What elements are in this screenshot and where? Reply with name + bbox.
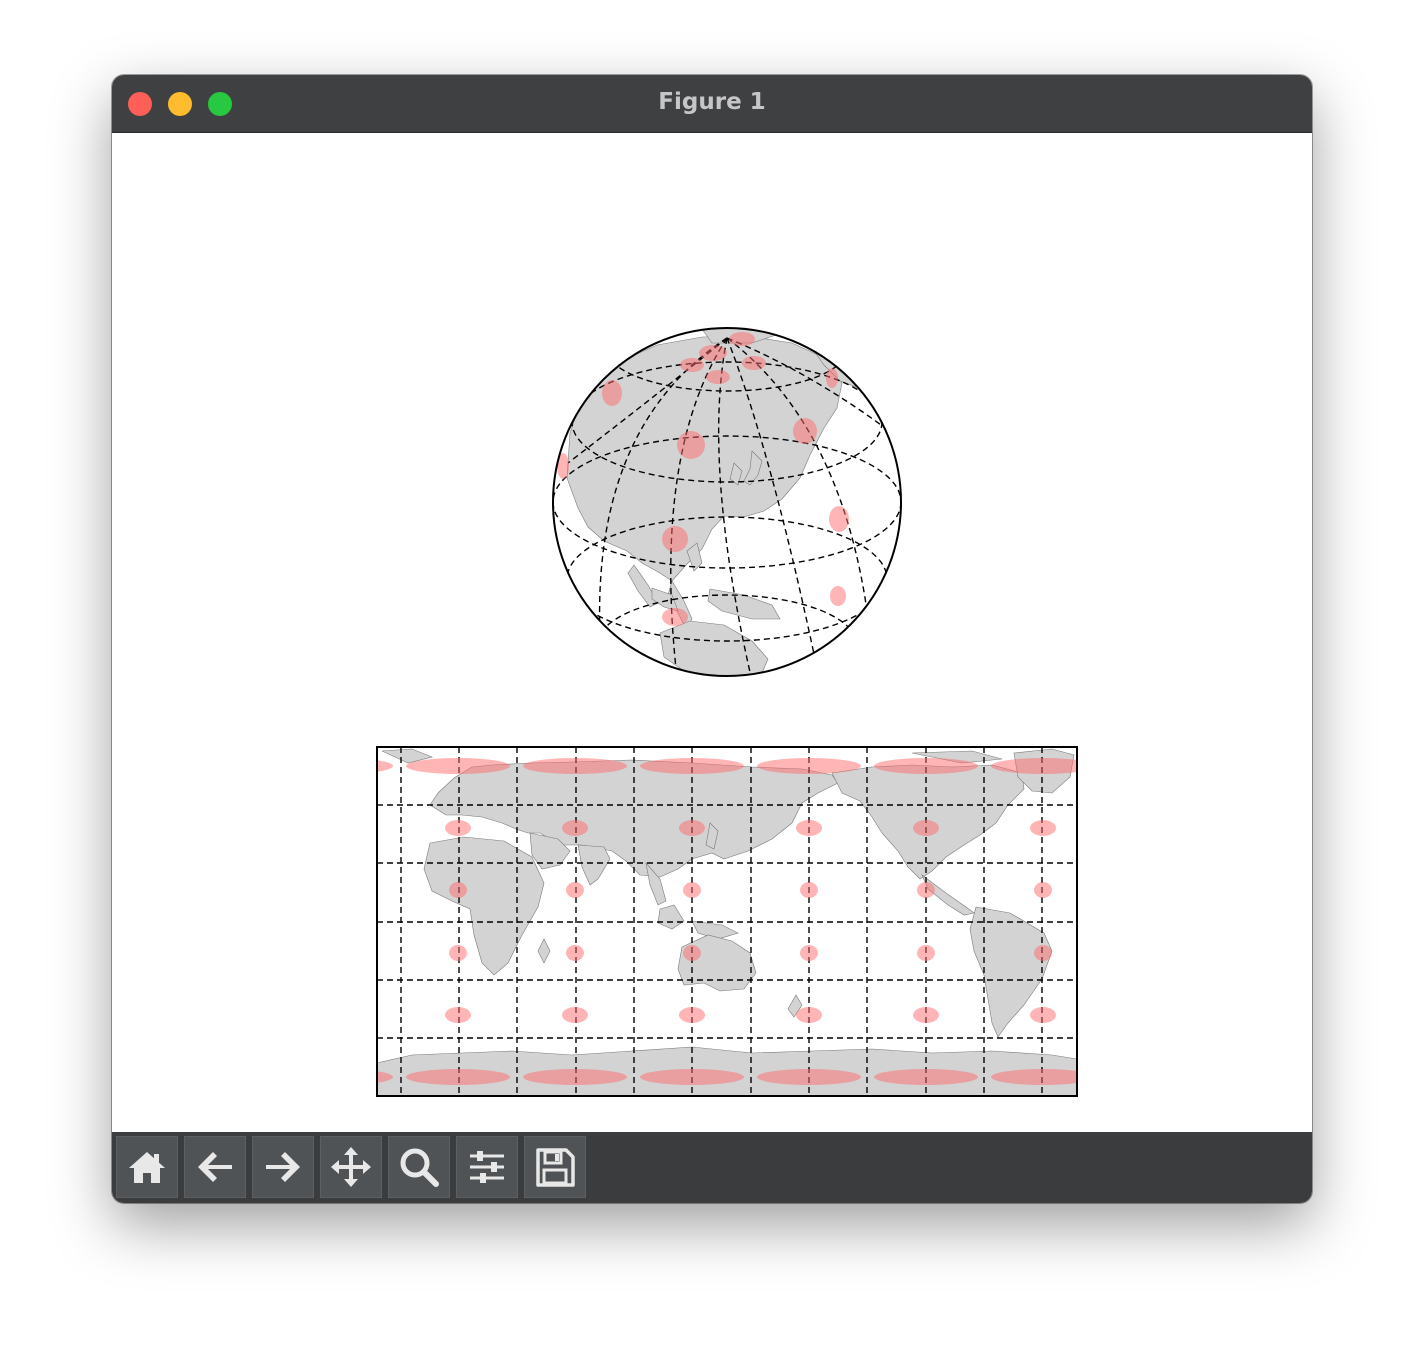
title-bar: Figure 1 xyxy=(112,75,1312,133)
flat-map-indicatrix xyxy=(640,758,744,774)
figure-svg xyxy=(328,327,1078,1097)
globe-indicatrix xyxy=(829,506,849,532)
home-icon xyxy=(129,1152,165,1183)
flat-map-indicatrix xyxy=(332,945,350,961)
globe-indicatrix xyxy=(680,358,704,372)
save-button[interactable] xyxy=(524,1136,586,1198)
pan-button[interactable] xyxy=(320,1136,382,1198)
flat-map-indicatrix xyxy=(796,820,822,836)
flat-map xyxy=(328,746,1078,1097)
globe-indicatrix xyxy=(830,586,846,606)
flat-map-indicatrix xyxy=(874,758,978,774)
flat-map-indicatrix xyxy=(800,945,818,961)
flat-map-indicatrix xyxy=(991,758,1077,774)
flat-map-indicatrix xyxy=(332,882,350,898)
flat-map-indicatrix xyxy=(991,1069,1077,1085)
globe-indicatrix xyxy=(706,370,730,384)
globe-indicatrix xyxy=(826,368,838,388)
configure-subplots-button[interactable] xyxy=(456,1136,518,1198)
globe-indicatrix xyxy=(742,356,766,370)
flat-map-indicatrix xyxy=(917,945,935,961)
flat-map-indicatrix xyxy=(406,758,510,774)
flat-map-indicatrix xyxy=(562,820,588,836)
flat-map-indicatrix xyxy=(1034,945,1052,961)
flat-map-indicatrix xyxy=(913,820,939,836)
flat-map-indicatrix xyxy=(566,945,584,961)
flat-map-indicatrix xyxy=(449,945,467,961)
flat-map-indicatrix xyxy=(679,820,705,836)
flat-map-indicatrix xyxy=(1030,1007,1056,1023)
flat-map-indicatrix xyxy=(679,1007,705,1023)
flat-map-indicatrix xyxy=(757,758,861,774)
arrow-right-icon xyxy=(266,1152,300,1182)
flat-map-indicatrix xyxy=(800,882,818,898)
navigation-toolbar xyxy=(112,1132,1312,1203)
flat-map-indicatrix xyxy=(562,1007,588,1023)
flat-map-indicatrix xyxy=(683,882,701,898)
back-button[interactable] xyxy=(184,1136,246,1198)
flat-map-indicatrix xyxy=(1030,820,1056,836)
flat-map-indicatrix xyxy=(757,1069,861,1085)
flat-map-indicatrix xyxy=(683,945,701,961)
flat-map-indicatrix xyxy=(328,820,354,836)
flat-map-indicatrix xyxy=(406,1069,510,1085)
zoom-button[interactable] xyxy=(388,1136,450,1198)
sliders-icon xyxy=(470,1151,504,1183)
arrow-left-icon xyxy=(198,1152,232,1182)
flat-map-indicatrix xyxy=(874,1069,978,1085)
globe-indicatrix xyxy=(662,526,688,552)
flat-map-indicatrix xyxy=(917,882,935,898)
globe-indicatrix xyxy=(729,332,755,346)
flat-map-indicatrix xyxy=(445,1007,471,1023)
flat-map-indicatrix xyxy=(913,1007,939,1023)
window-title: Figure 1 xyxy=(658,89,766,115)
globe-indicatrix xyxy=(699,345,727,361)
globe-indicatrix xyxy=(793,418,817,444)
globe-map xyxy=(552,327,902,677)
flat-map-indicatrix xyxy=(796,1007,822,1023)
flat-map-indicatrix xyxy=(445,820,471,836)
figure-window: Figure 1 xyxy=(112,75,1312,1203)
flat-map-indicatrix xyxy=(1034,882,1052,898)
magnifier-icon xyxy=(400,1148,439,1187)
flat-map-indicatrix xyxy=(328,1007,354,1023)
flat-map-indicatrix xyxy=(566,882,584,898)
figure-canvas[interactable] xyxy=(112,133,1312,1132)
flat-map-indicatrix xyxy=(523,758,627,774)
globe-indicatrix xyxy=(662,608,688,626)
globe-indicatrix xyxy=(677,431,705,459)
flat-map-indicatrix xyxy=(449,882,467,898)
home-button[interactable] xyxy=(116,1136,178,1198)
move-icon xyxy=(331,1147,371,1187)
globe-indicatrix xyxy=(602,380,622,406)
floppy-disk-icon xyxy=(536,1148,575,1187)
flat-map-indicatrix xyxy=(640,1069,744,1085)
forward-button[interactable] xyxy=(252,1136,314,1198)
flat-map-indicatrix xyxy=(523,1069,627,1085)
